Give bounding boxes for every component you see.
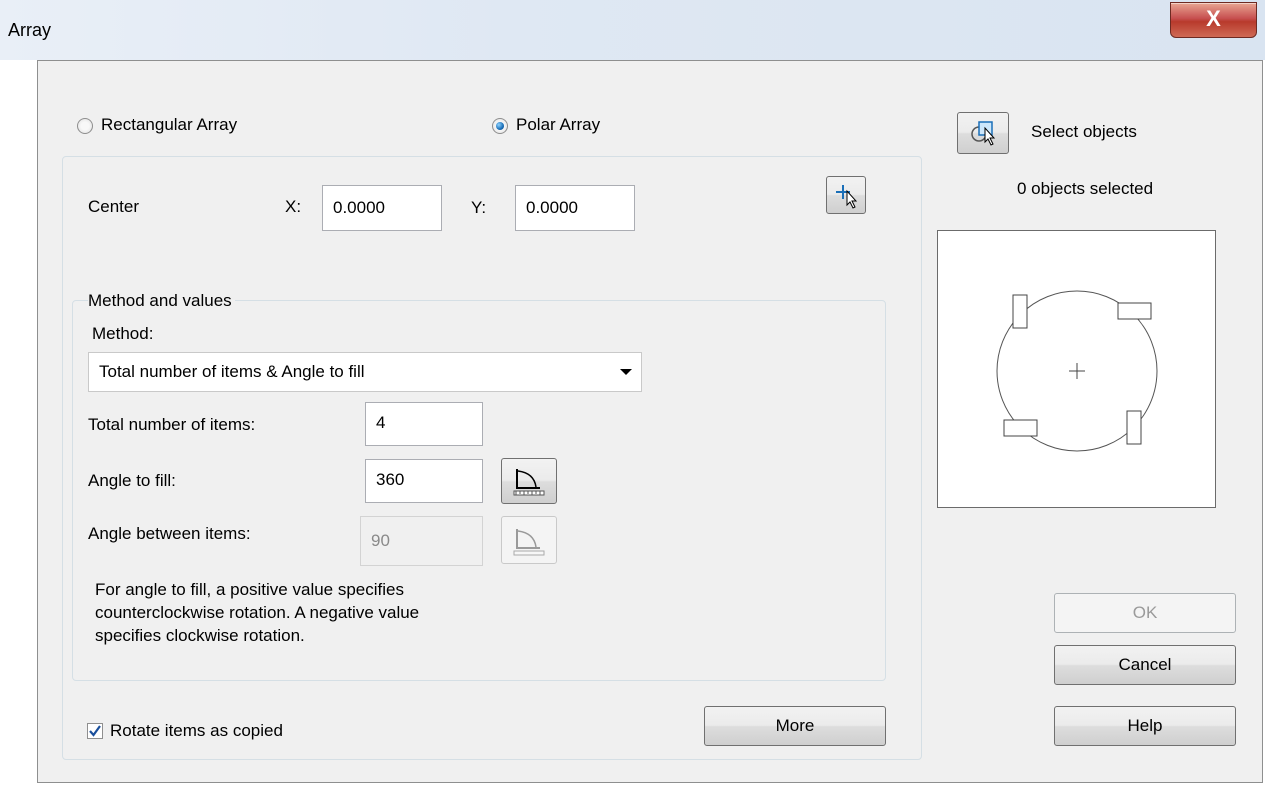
note-line-2: counterclockwise rotation. A negative va… [95, 603, 420, 622]
checkmark-icon [89, 725, 101, 737]
pick-angle-disabled-icon [513, 529, 545, 556]
close-button[interactable]: X [1170, 2, 1257, 38]
total-items-input[interactable]: 4 [365, 402, 483, 446]
angle-between-label: Angle between items: [88, 524, 251, 543]
pick-point-icon [836, 185, 858, 209]
polar-array-radio[interactable] [492, 118, 508, 134]
center-y-label: Y: [471, 198, 487, 217]
center-y-input[interactable]: 0.0000 [515, 185, 635, 231]
method-values-title: Method and values [88, 291, 235, 311]
angle-fill-label: Angle to fill: [88, 471, 176, 490]
method-dropdown[interactable]: Total number of items & Angle to fill [88, 352, 642, 392]
objects-selected-count: 0 objects selected [1017, 179, 1154, 198]
pick-angle-icon [513, 469, 545, 496]
title-bar [0, 0, 1265, 60]
array-preview [937, 230, 1216, 508]
window-left-margin [0, 60, 37, 785]
cancel-button[interactable]: Cancel [1054, 645, 1236, 685]
more-button[interactable]: More [704, 706, 886, 746]
rectangular-array-label[interactable]: Rectangular Array [101, 115, 237, 135]
help-button[interactable]: Help [1054, 706, 1236, 746]
method-dropdown-value: Total number of items & Angle to fill [99, 362, 365, 381]
total-items-label: Total number of items: [88, 415, 256, 434]
window-title: Array [8, 20, 52, 40]
close-icon: X [1206, 6, 1221, 31]
polar-array-preview-graphic [996, 290, 1158, 452]
select-objects-icon [971, 121, 996, 146]
select-objects-label: Select objects [1031, 122, 1137, 141]
ok-button[interactable]: OK [1054, 593, 1236, 633]
select-objects-button[interactable] [957, 112, 1009, 154]
rectangular-array-radio[interactable] [77, 118, 93, 134]
center-label: Center [88, 197, 140, 216]
rotate-items-checkbox[interactable] [87, 723, 103, 739]
center-x-label: X: [285, 197, 302, 216]
rotate-items-label[interactable]: Rotate items as copied [110, 721, 283, 741]
pick-angle-fill-button[interactable] [501, 458, 557, 504]
pick-center-button[interactable] [826, 176, 866, 214]
angle-fill-input[interactable]: 360 [365, 459, 483, 503]
method-label: Method: [92, 324, 154, 343]
pick-angle-between-button[interactable] [501, 516, 557, 564]
note-line-3: specifies clockwise rotation. [95, 626, 305, 645]
chevron-down-icon [620, 369, 632, 375]
polar-array-label[interactable]: Polar Array [516, 115, 600, 135]
center-x-input[interactable]: 0.0000 [322, 185, 442, 231]
note-line-1: For angle to fill, a positive value spec… [95, 580, 404, 599]
angle-between-input[interactable]: 90 [360, 516, 483, 566]
